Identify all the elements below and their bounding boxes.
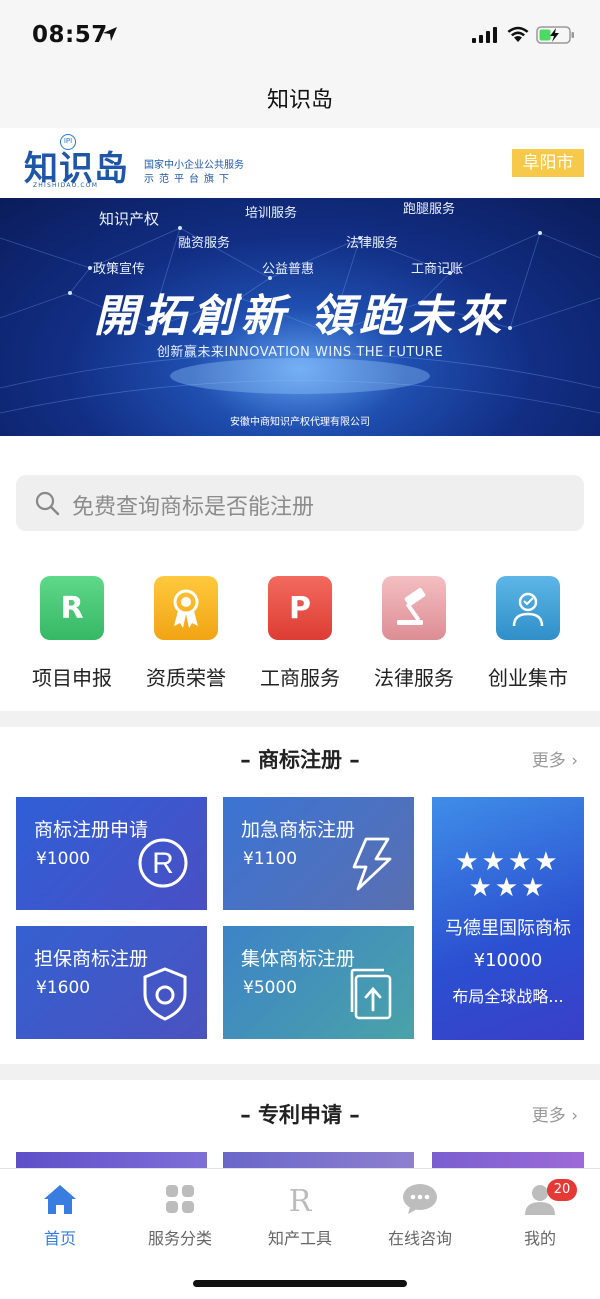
category-startup-market[interactable]: 创业集市: [468, 576, 588, 691]
award-icon: [154, 576, 218, 640]
registered-icon: R: [138, 838, 188, 888]
category-business[interactable]: P 工商服务: [240, 576, 360, 691]
banner-tag: 政策宣传: [93, 262, 146, 277]
category-label: 创业集市: [488, 666, 568, 690]
card-name: 商标注册申请: [34, 819, 149, 841]
category-legal[interactable]: 法律服务: [354, 576, 474, 691]
lightning-icon: [352, 837, 392, 891]
upload-docs-icon: [350, 968, 392, 1020]
battery-charging-icon: [536, 26, 574, 44]
patent-more-link[interactable]: 更多 ›: [532, 1101, 578, 1126]
person-icon: [496, 576, 560, 640]
card-price: ¥5000: [243, 978, 298, 998]
trademark-more-link[interactable]: 更多 ›: [532, 746, 578, 771]
search-input[interactable]: 免费查询商标是否能注册: [16, 475, 584, 531]
banner-tag: 跑腿服务: [403, 202, 456, 217]
card-name: 集体商标注册: [241, 948, 356, 970]
tab-label: 我的: [523, 1229, 556, 1248]
banner-tag: 融资服务: [178, 236, 231, 251]
card-price: ¥10000: [473, 950, 543, 971]
grid-icon: [166, 1185, 194, 1213]
logo-domain: ZHISHIDAO.COM: [33, 182, 99, 189]
shield-icon: [143, 967, 187, 1021]
section-title-trademark: – 商标注册 –: [240, 748, 360, 772]
card-price: ¥1000: [36, 849, 91, 869]
tab-label: 服务分类: [147, 1229, 212, 1248]
location-arrow-icon: [103, 27, 117, 41]
banner-company: 安徽中商知识产权代理有限公司: [230, 417, 370, 428]
section-title-patent: – 专利申请 –: [240, 1103, 360, 1127]
category-label: 工商服务: [260, 666, 340, 690]
card-name: 加急商标注册: [241, 819, 356, 841]
svg-text:R: R: [289, 1184, 313, 1215]
banner-tag: 知识产权: [99, 210, 160, 228]
r-icon: R: [40, 576, 104, 640]
city-selector[interactable]: 阜阳市: [512, 149, 584, 177]
banner-subtitle: 创新赢未来INNOVATION WINS THE FUTURE: [156, 345, 444, 360]
banner-tag: 公益普惠: [262, 262, 315, 277]
section-divider: [0, 711, 600, 727]
banner-tag: 法律服务: [346, 236, 399, 251]
search-placeholder: 免费查询商标是否能注册: [72, 495, 315, 520]
logo-tagline-2: 示范平台旗下: [144, 174, 234, 185]
trademark-card[interactable]: 集体商标注册 ¥5000: [223, 926, 414, 1039]
section-divider: [0, 1064, 600, 1080]
tab-label: 在线咨询: [387, 1229, 452, 1248]
tab-label: 知产工具: [267, 1229, 332, 1248]
stars-icon: ★★★★★★★: [455, 847, 561, 903]
chat-icon: [403, 1184, 437, 1214]
card-description: 布局全球战略...: [452, 987, 564, 1006]
card-name: 担保商标注册: [34, 948, 149, 970]
tab-label: 首页: [43, 1229, 76, 1248]
gavel-icon: [382, 576, 446, 640]
trademark-card[interactable]: 加急商标注册 ¥1100: [223, 797, 414, 910]
category-project-apply[interactable]: R 项目申报: [12, 576, 132, 691]
category-label: 法律服务: [374, 666, 454, 690]
brand-bar: 知识岛 IPI ZHISHIDAO.COM 国家中小企业公共服务 示范平台旗下 …: [0, 128, 600, 198]
status-bar: 08:57: [0, 0, 600, 70]
banner-tag: 工商记账: [411, 262, 464, 277]
p-icon: P: [268, 576, 332, 640]
tab-service-category[interactable]: 服务分类: [120, 1179, 240, 1249]
madrid-trademark-card[interactable]: ★★★★★★★ 马德里国际商标 ¥10000 布局全球战略...: [432, 797, 584, 1040]
home-icon: [44, 1185, 76, 1214]
card-price: ¥1100: [243, 849, 298, 869]
page-title: 知识岛: [266, 88, 333, 113]
banner-slogan: 開拓創新 領跑未來: [93, 291, 507, 342]
navigation-bar: 知识岛: [0, 70, 600, 128]
trademark-card[interactable]: 担保商标注册 ¥1600: [16, 926, 207, 1039]
wifi-icon: [507, 26, 529, 42]
card-name: 马德里国际商标: [445, 918, 571, 939]
promo-banner[interactable]: 知识产权 培训服务 跑腿服务 融资服务 法律服务 政策宣传 公益普惠 工商记账 …: [0, 198, 600, 436]
tab-online-consult[interactable]: 在线咨询: [360, 1179, 480, 1249]
banner-tag: 培训服务: [245, 206, 298, 221]
home-indicator: [193, 1280, 407, 1287]
logo-badge: IPI: [60, 134, 76, 150]
logo-tagline-1: 国家中小企业公共服务: [144, 160, 244, 171]
r-tool-icon: R: [289, 1184, 313, 1215]
tab-ip-tools[interactable]: R 知产工具: [240, 1179, 360, 1249]
trademark-card[interactable]: 商标注册申请 ¥1000 R: [16, 797, 207, 910]
cellular-signal-icon: [472, 27, 497, 43]
category-label: 项目申报: [32, 666, 112, 690]
category-label: 资质荣誉: [146, 666, 226, 690]
tab-mine[interactable]: 我的 20: [480, 1179, 600, 1249]
notification-badge: 20: [547, 1179, 577, 1201]
search-icon: [35, 491, 60, 516]
category-qualification[interactable]: 资质荣誉: [126, 576, 246, 691]
card-price: ¥1600: [36, 978, 91, 998]
svg-text:R: R: [152, 847, 174, 880]
tab-home[interactable]: 首页: [0, 1179, 120, 1249]
status-time: 08:57: [32, 22, 108, 48]
